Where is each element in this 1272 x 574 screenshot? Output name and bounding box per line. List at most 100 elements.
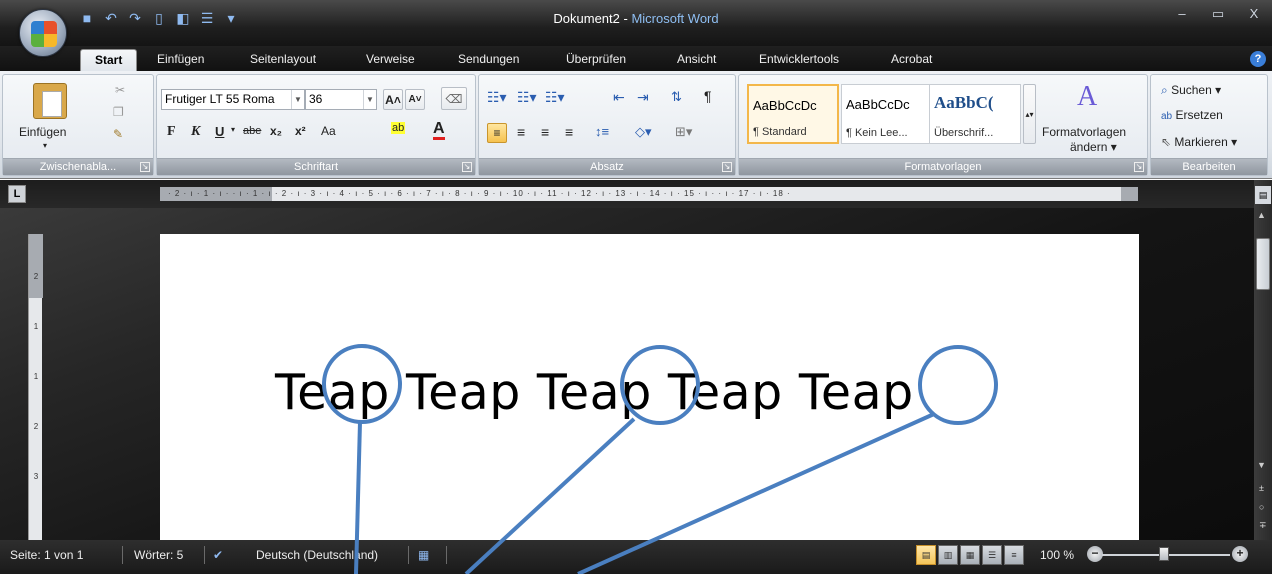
clipboard-group: Einfügen ▾ ✂ ❐ ✎ Zwischenabla... ↘	[2, 74, 154, 176]
horizontal-ruler[interactable]: · 2 · ı · 1 · ı · · ı · 1 · ı · 2 · ı · …	[160, 187, 1138, 201]
tab-verweise[interactable]: Verweise	[366, 49, 415, 71]
style-standard[interactable]: AaBbCcDc ¶ Standard	[747, 84, 839, 144]
superscript-button[interactable]: x²	[295, 124, 306, 138]
clear-formatting-button[interactable]: ⌫	[441, 87, 467, 110]
divider	[122, 546, 123, 564]
copy-icon[interactable]: ❐	[113, 105, 124, 119]
previous-page-icon[interactable]: ±	[1259, 483, 1264, 493]
replace-button[interactable]: ab Ersetzen	[1161, 108, 1223, 122]
change-styles-label-1[interactable]: Formatvorlagen	[1042, 125, 1126, 139]
office-logo-icon	[31, 21, 57, 47]
underline-button[interactable]: U	[215, 124, 224, 139]
word-count[interactable]: Wörter: 5	[134, 548, 183, 562]
decrease-indent-icon[interactable]: ⇤	[613, 89, 625, 106]
document-page[interactable]: Teap Teap Teap Teap Teap	[160, 234, 1139, 540]
paste-icon[interactable]	[33, 83, 67, 119]
italic-button[interactable]: K	[191, 124, 200, 140]
chevron-down-icon[interactable]: ▼	[363, 90, 376, 109]
justify-icon[interactable]: ≡	[565, 124, 573, 140]
shrink-font-button[interactable]: A ˅	[405, 89, 425, 110]
paste-dropdown-icon[interactable]: ▾	[43, 141, 47, 150]
paragraph-launcher-icon[interactable]: ↘	[722, 162, 732, 172]
minimize-button[interactable]: –	[1164, 4, 1200, 26]
page-count[interactable]: Seite: 1 von 1	[10, 548, 83, 562]
paste-label[interactable]: Einfügen	[19, 125, 66, 139]
styles-scroll-icon[interactable]: ▴▾	[1023, 84, 1036, 144]
font-name-combo[interactable]: Frutiger LT 55 Roma ▼	[161, 89, 305, 110]
language-indicator[interactable]: Deutsch (Deutschland)	[256, 548, 378, 562]
print-layout-view-icon[interactable]: ▤	[916, 545, 936, 565]
shading-icon[interactable]: ◇▾	[635, 124, 652, 140]
vertical-ruler[interactable]: 2 1 1 2 3	[28, 234, 43, 540]
zoom-out-icon[interactable]: −	[1087, 546, 1103, 562]
scroll-up-icon[interactable]: ▲	[1257, 210, 1266, 220]
cut-icon[interactable]: ✂	[115, 83, 125, 97]
highlight-button[interactable]: ab	[391, 122, 406, 134]
web-layout-view-icon[interactable]: ▦	[960, 545, 980, 565]
proofing-icon[interactable]: ✔	[213, 548, 223, 562]
zoom-in-icon[interactable]: +	[1232, 546, 1248, 562]
font-launcher-icon[interactable]: ↘	[462, 162, 472, 172]
tab-acrobat[interactable]: Acrobat	[891, 49, 932, 71]
outline-view-icon[interactable]: ☰	[982, 545, 1002, 565]
styles-launcher-icon[interactable]: ↘	[1134, 162, 1144, 172]
align-left-button[interactable]: ≡	[487, 123, 507, 143]
help-icon[interactable]: ?	[1250, 51, 1266, 67]
ruler-toggle-icon[interactable]: ▤	[1255, 186, 1271, 204]
draft-view-icon[interactable]: ≡	[1004, 545, 1024, 565]
tab-sendungen[interactable]: Sendungen	[458, 49, 519, 71]
bullets-icon[interactable]: ☷▾	[487, 89, 507, 106]
strikethrough-button[interactable]: abe	[243, 125, 261, 137]
next-page-icon[interactable]: ∓	[1259, 520, 1267, 531]
borders-icon[interactable]: ⊞▾	[675, 124, 692, 140]
underline-dropdown-icon[interactable]: ▾	[231, 125, 235, 134]
vertical-scrollbar[interactable]: ▤ ▲ ▼ ± ○ ∓	[1254, 180, 1272, 540]
align-center-icon[interactable]: ≡	[517, 124, 525, 140]
font-size-combo[interactable]: 36 ▼	[305, 89, 377, 110]
ruler-strip: L · 2 · ı · 1 · ı · · ı · 1 · ı · 2 · ı …	[0, 180, 1272, 208]
office-button[interactable]	[19, 9, 67, 57]
grow-font-button[interactable]: A ˄	[383, 89, 403, 110]
align-right-icon[interactable]: ≡	[541, 124, 549, 140]
tab-ueberpruefen[interactable]: Überprüfen	[566, 49, 626, 71]
show-formatting-icon[interactable]: ¶	[704, 88, 712, 104]
subscript-button[interactable]: x₂	[270, 124, 282, 138]
tab-seitenlayout[interactable]: Seitenlayout	[250, 49, 316, 71]
multilevel-list-icon[interactable]: ☷▾	[545, 89, 565, 106]
select-button[interactable]: ⇖ Markieren ▾	[1161, 135, 1237, 149]
numbering-icon[interactable]: ☷▾	[517, 89, 537, 106]
scroll-down-icon[interactable]: ▼	[1257, 460, 1266, 470]
window-controls: – ▭ X	[1164, 4, 1272, 26]
change-styles-label-2[interactable]: ändern ▾	[1070, 140, 1117, 154]
tab-start[interactable]: Start	[80, 49, 138, 71]
increase-indent-icon[interactable]: ⇥	[637, 89, 649, 106]
document-text[interactable]: Teap Teap Teap Teap Teap	[275, 364, 914, 421]
close-button[interactable]: X	[1236, 4, 1272, 26]
change-case-button[interactable]: Aa	[321, 124, 336, 138]
browse-object-icon[interactable]: ○	[1259, 502, 1264, 512]
font-color-button[interactable]: A	[433, 121, 445, 140]
clipboard-launcher-icon[interactable]: ↘	[140, 162, 150, 172]
bold-button[interactable]: F	[167, 124, 176, 140]
tab-ansicht[interactable]: Ansicht	[677, 49, 716, 71]
zoom-slider-thumb[interactable]	[1159, 547, 1169, 561]
cursor-icon: ⇖	[1161, 135, 1172, 149]
ruler-marks: · 2 · ı · 1 · ı · · ı · 1 · ı · 2 · ı · …	[168, 189, 791, 198]
scroll-thumb[interactable]	[1256, 238, 1270, 290]
tab-einfuegen[interactable]: Einfügen	[157, 49, 204, 71]
full-screen-reading-view-icon[interactable]: ▥	[938, 545, 958, 565]
tab-selector[interactable]: L	[8, 185, 26, 203]
zoom-level[interactable]: 100 %	[1040, 548, 1074, 562]
maximize-button[interactable]: ▭	[1200, 4, 1236, 26]
sort-icon[interactable]: ⇅	[671, 89, 682, 105]
style-kein-leerraum[interactable]: AaBbCcDc ¶ Kein Lee...	[841, 84, 933, 144]
macro-recording-icon[interactable]: ▦	[418, 548, 429, 562]
change-styles-icon[interactable]: A	[1077, 81, 1097, 113]
style-ueberschrift[interactable]: AaBbC( Überschrif...	[929, 84, 1021, 144]
tab-entwicklertools[interactable]: Entwicklertools	[759, 49, 839, 71]
chevron-down-icon[interactable]: ▼	[291, 90, 304, 109]
document-name: Dokument2 -	[553, 11, 632, 26]
line-spacing-icon[interactable]: ↕≡	[595, 124, 609, 139]
find-button[interactable]: ⌕ Suchen ▾	[1161, 83, 1221, 98]
format-painter-icon[interactable]: ✎	[113, 127, 123, 141]
